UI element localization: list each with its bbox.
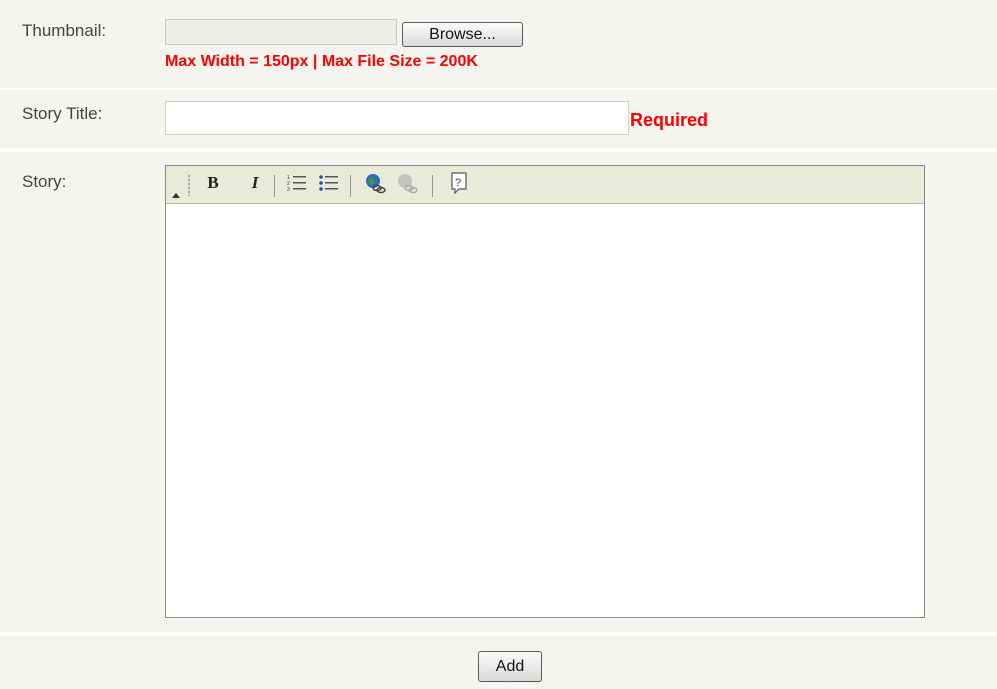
story-form: Thumbnail: Browse... Max Width = 150px |… [0,0,997,689]
thumbnail-row: Thumbnail: Browse... Max Width = 150px |… [0,0,997,88]
editor-toolbar: B I 1 2 3 ? [166,166,924,204]
story-title-input[interactable] [165,101,629,135]
ordered-list-icon[interactable]: 1 2 3 [284,172,310,194]
thumbnail-size-hint: Max Width = 150px | Max File Size = 200K [165,53,478,70]
story-editor-body[interactable] [166,204,924,617]
toolbar-separator [350,175,351,197]
story-rich-text-editor: B I 1 2 3 ? [165,165,925,618]
unordered-list-icon[interactable] [316,172,342,194]
remove-link-icon[interactable] [394,172,420,194]
thumbnail-file-field[interactable] [165,19,397,45]
story-label: Story: [22,172,67,191]
toolbar-separator [274,175,275,197]
insert-link-icon[interactable] [362,172,388,194]
thumbnail-label: Thumbnail: [22,21,107,40]
browse-button[interactable]: Browse... [402,22,523,47]
italic-icon[interactable]: I [246,172,264,194]
help-icon[interactable]: ? [448,172,470,194]
svg-text:?: ? [455,177,461,189]
story-title-label: Story Title: [22,104,103,123]
collapse-toolbar-icon[interactable] [172,193,180,198]
svg-text:3: 3 [287,187,290,193]
add-button[interactable]: Add [478,651,542,682]
toolbar-separator [432,175,433,197]
bold-icon[interactable]: B [204,172,222,194]
story-title-required: Required [630,110,709,130]
toolbar-grip-icon [188,174,190,196]
